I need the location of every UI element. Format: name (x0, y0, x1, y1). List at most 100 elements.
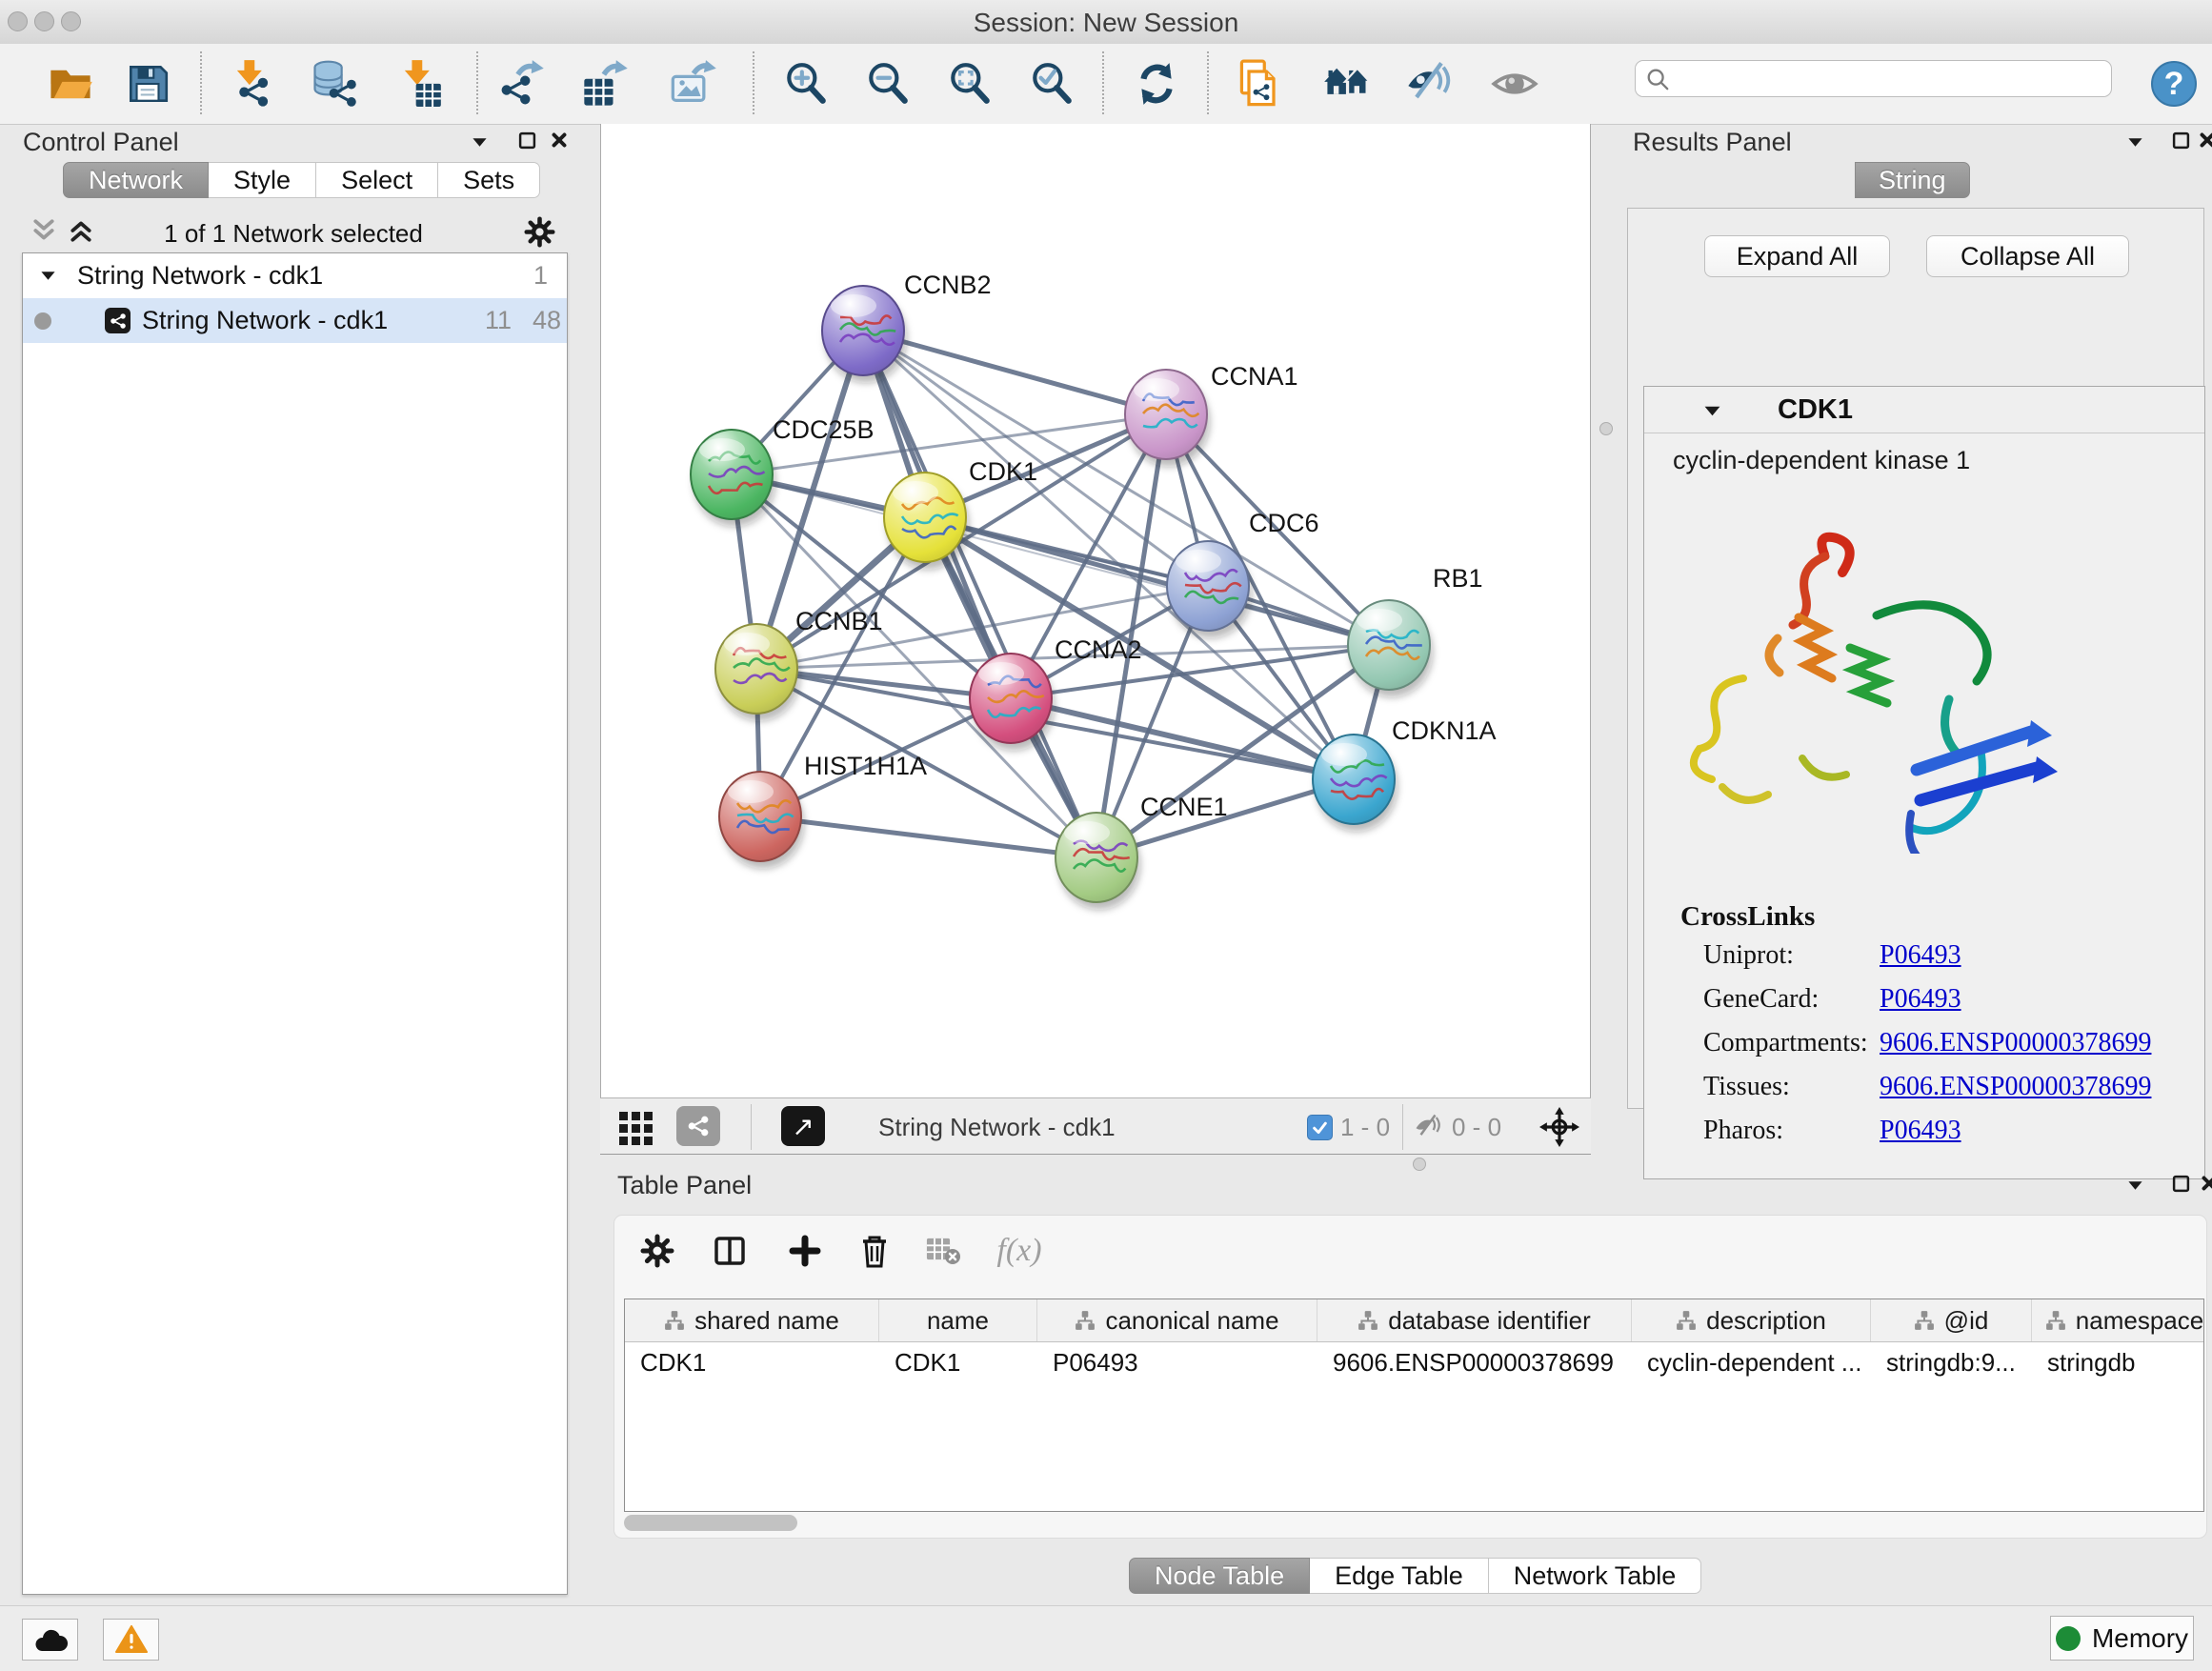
birds-eye-view-button[interactable]: ↗ (781, 1106, 825, 1146)
warning-triangle-icon (115, 1625, 148, 1654)
crosslink-link[interactable]: P06493 (1880, 984, 1961, 1015)
expand-all-networks-button[interactable] (69, 219, 93, 242)
network-row[interactable]: String Network - cdk1 11 48 (23, 298, 567, 343)
crosslink-link[interactable]: 9606.ENSP00000378699 (1880, 1028, 2151, 1058)
horizontal-scrollbar-thumb[interactable] (624, 1515, 797, 1531)
show-all-button[interactable] (1488, 57, 1541, 111)
cell-description[interactable]: cyclin-dependent ... (1632, 1342, 1871, 1382)
close-panel-button[interactable] (2195, 128, 2212, 152)
column-header-namespace[interactable]: namespace (2032, 1299, 2204, 1341)
crosslink-link[interactable]: P06493 (1880, 1116, 1961, 1146)
gear-icon (524, 216, 555, 248)
column-header--id[interactable]: @id (1871, 1299, 2032, 1341)
column-header-name[interactable]: name (879, 1299, 1037, 1341)
hide-selection-button[interactable] (1402, 57, 1456, 111)
show-grid-button[interactable] (617, 1106, 655, 1148)
cell-canonical-name[interactable]: P06493 (1037, 1342, 1317, 1382)
hidden-elements-indicator[interactable]: 0 - 0 (1412, 1106, 1501, 1148)
fit-selection-button[interactable] (1539, 1106, 1579, 1148)
new-network-from-selection-button[interactable] (1235, 57, 1288, 111)
network-node-CCNE1[interactable] (1056, 813, 1140, 910)
zoom-out-button[interactable] (861, 57, 915, 111)
column-header-shared-name[interactable]: shared name (625, 1299, 879, 1341)
node-label-CCNA1: CCNA1 (1211, 362, 1298, 391)
network-view-toolbar: ↗ String Network - cdk1 1 - 0 0 - 0 (600, 1097, 1591, 1155)
maximize-panel-button[interactable] (2168, 1171, 2193, 1196)
tab-node-table[interactable]: Node Table (1129, 1558, 1310, 1594)
network-node-CCNB1[interactable] (715, 624, 800, 721)
table-options-button[interactable] (629, 1224, 686, 1278)
node-details-header[interactable]: CDK1 (1644, 387, 2204, 433)
tab-sets[interactable]: Sets (438, 162, 540, 198)
network-node-CCNB2[interactable] (822, 286, 907, 383)
network-node-CDC6[interactable] (1167, 541, 1252, 638)
network-graph[interactable]: CCNB2CCNA1CDC25BCDK1CDC6RB1CCNB1CCNA2CDK… (601, 124, 1590, 1097)
memory-button[interactable]: Memory (2050, 1616, 2194, 1661)
float-panel-button[interactable] (467, 130, 492, 154)
cell-database-identifier[interactable]: 9606.ENSP00000378699 (1317, 1342, 1632, 1382)
tab-edge-table[interactable]: Edge Table (1310, 1558, 1489, 1594)
network-node-CDKN1A[interactable] (1313, 735, 1398, 832)
network-edge-HIST1H1A-CCNE1[interactable] (760, 816, 1096, 857)
network-node-CDK1[interactable] (884, 473, 969, 570)
network-node-CDC25B[interactable] (691, 430, 775, 527)
close-panel-button[interactable] (547, 128, 572, 152)
cloud-status-button[interactable] (22, 1619, 78, 1661)
expand-all-button[interactable]: Expand All (1704, 235, 1890, 277)
tab-select[interactable]: Select (316, 162, 438, 198)
open-session-button[interactable] (44, 57, 97, 111)
tab-network-table[interactable]: Network Table (1489, 1558, 1702, 1594)
column-header-database-identifier[interactable]: database identifier (1317, 1299, 1632, 1341)
import-network-from-database-button[interactable] (307, 57, 360, 111)
first-neighbors-button[interactable] (1320, 57, 1374, 111)
table-row[interactable]: CDK1CDK1P064939606.ENSP00000378699cyclin… (625, 1342, 2203, 1382)
results-panel-title: Results Panel (1633, 128, 1792, 157)
network-node-CCNA1[interactable] (1125, 370, 1210, 467)
cell-name[interactable]: CDK1 (879, 1342, 1037, 1382)
export-table-button[interactable] (579, 57, 633, 111)
collapse-all-button[interactable]: Collapse All (1926, 235, 2129, 277)
tab-string[interactable]: String (1855, 162, 1970, 198)
maximize-panel-button[interactable] (514, 128, 539, 152)
help-button[interactable]: ? (2151, 61, 2197, 107)
delete-column-button[interactable] (846, 1224, 903, 1278)
node-details-card: CDK1 cyclin-dependent kinase 1 (1643, 386, 2205, 1179)
show-columns-button[interactable] (701, 1224, 758, 1278)
zoom-selected-button[interactable] (1025, 57, 1078, 111)
apply-preferred-layout-button[interactable] (1130, 57, 1183, 111)
selected-nodes-checkbox[interactable]: 1 - 0 (1307, 1106, 1390, 1148)
network-collection-row[interactable]: String Network - cdk1 1 (23, 253, 567, 298)
network-node-HIST1H1A[interactable] (719, 772, 804, 869)
save-session-button[interactable] (121, 57, 174, 111)
close-icon (2197, 130, 2212, 151)
network-view-canvas[interactable]: CCNB2CCNA1CDC25BCDK1CDC6RB1CCNB1CCNA2CDK… (600, 124, 1591, 1097)
network-node-RB1[interactable] (1348, 600, 1433, 697)
crosslink-link[interactable]: 9606.ENSP00000378699 (1880, 1072, 2151, 1102)
zoom-fit-button[interactable] (943, 57, 996, 111)
crosslink-link[interactable]: P06493 (1880, 940, 1961, 971)
export-network-button[interactable] (495, 57, 549, 111)
tab-style[interactable]: Style (209, 162, 316, 198)
cell--id[interactable]: stringdb:9... (1871, 1342, 2032, 1382)
network-options-button[interactable] (524, 216, 555, 248)
zoom-in-button[interactable] (779, 57, 833, 111)
maximize-panel-button[interactable] (2168, 128, 2193, 152)
export-image-button[interactable] (667, 57, 720, 111)
search-field[interactable] (1635, 60, 2112, 97)
import-table-from-file-button[interactable] (392, 57, 446, 111)
collapse-all-networks-button[interactable] (31, 219, 56, 242)
column-header-canonical-name[interactable]: canonical name (1037, 1299, 1317, 1341)
cell-shared-name[interactable]: CDK1 (625, 1342, 879, 1382)
search-input[interactable] (1670, 65, 2083, 93)
network-view-share-button[interactable] (676, 1106, 720, 1146)
column-header-description[interactable]: description (1632, 1299, 1871, 1341)
import-network-from-file-button[interactable] (225, 57, 278, 111)
create-column-button[interactable] (776, 1224, 834, 1278)
float-panel-button[interactable] (2122, 130, 2147, 154)
vertical-splitter-handle[interactable] (1599, 422, 1613, 435)
close-panel-button[interactable] (2197, 1171, 2212, 1196)
cell-namespace[interactable]: stringdb (2032, 1342, 2204, 1382)
float-panel-button[interactable] (2122, 1173, 2147, 1198)
warnings-button[interactable] (103, 1619, 159, 1661)
tab-network[interactable]: Network (63, 162, 209, 198)
